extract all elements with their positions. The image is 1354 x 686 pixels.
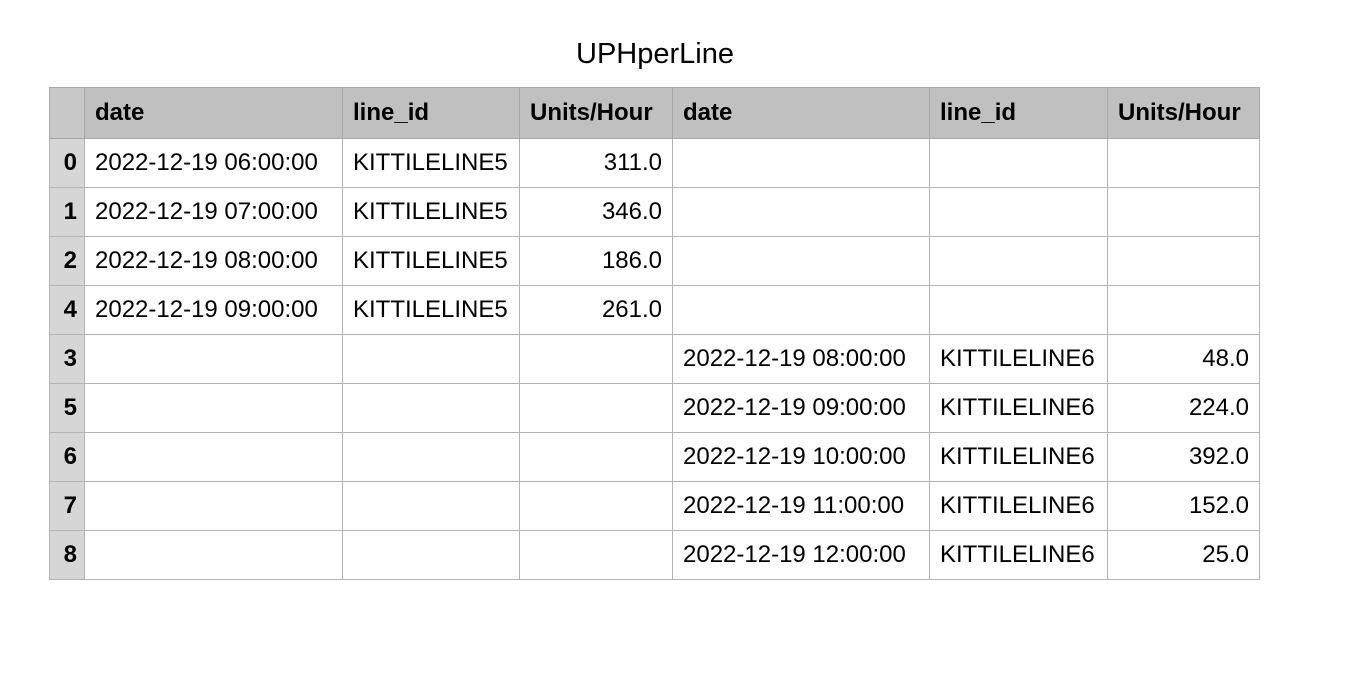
cell-date [672,236,930,286]
row-index: 4 [49,285,85,335]
table-row: 5 2022-12-19 09:00:00 KITTILELINE6 224.0 [49,383,1260,433]
cell-units-per-hour [519,481,673,531]
cell-units-per-hour [519,383,673,433]
column-header-line-id: line_id [342,87,520,139]
cell-units-per-hour [1107,285,1260,335]
cell-date: 2022-12-19 12:00:00 [672,530,930,580]
table-row: 2 2022-12-19 08:00:00 KITTILELINE5 186.0 [49,236,1260,286]
cell-units-per-hour: 224.0 [1107,383,1260,433]
cell-line-id [342,530,520,580]
cell-line-id [929,236,1108,286]
cell-date: 2022-12-19 08:00:00 [672,334,930,384]
column-header-date: date [672,87,930,139]
index-header [49,87,85,139]
cell-line-id: KITTILELINE6 [929,334,1108,384]
cell-date: 2022-12-19 09:00:00 [672,383,930,433]
table-row: 7 2022-12-19 11:00:00 KITTILELINE6 152.0 [49,481,1260,531]
cell-date: 2022-12-19 09:00:00 [84,285,343,335]
cell-line-id [929,187,1108,237]
table-row: 8 2022-12-19 12:00:00 KITTILELINE6 25.0 [49,530,1260,580]
table-row: 1 2022-12-19 07:00:00 KITTILELINE5 346.0 [49,187,1260,237]
cell-line-id: KITTILELINE5 [342,285,520,335]
cell-date [84,383,343,433]
cell-date: 2022-12-19 08:00:00 [84,236,343,286]
cell-line-id: KITTILELINE5 [342,236,520,286]
table-row: 0 2022-12-19 06:00:00 KITTILELINE5 311.0 [49,138,1260,188]
cell-date: 2022-12-19 06:00:00 [84,138,343,188]
cell-units-per-hour: 25.0 [1107,530,1260,580]
table-title: UPHperLine [576,38,734,70]
cell-units-per-hour [1107,138,1260,188]
cell-date [84,334,343,384]
cell-units-per-hour [519,530,673,580]
column-header-date: date [84,87,343,139]
cell-units-per-hour: 186.0 [519,236,673,286]
row-index: 7 [49,481,85,531]
cell-units-per-hour [519,432,673,482]
cell-line-id: KITTILELINE5 [342,187,520,237]
cell-date: 2022-12-19 11:00:00 [672,481,930,531]
data-table: date line_id Units/Hour date line_id Uni… [49,87,1260,580]
cell-line-id: KITTILELINE6 [929,432,1108,482]
cell-date: 2022-12-19 07:00:00 [84,187,343,237]
cell-date: 2022-12-19 10:00:00 [672,432,930,482]
cell-units-per-hour: 346.0 [519,187,673,237]
row-index: 8 [49,530,85,580]
table-row: 4 2022-12-19 09:00:00 KITTILELINE5 261.0 [49,285,1260,335]
cell-units-per-hour: 392.0 [1107,432,1260,482]
cell-date [84,530,343,580]
cell-date [672,187,930,237]
cell-line-id [342,334,520,384]
cell-units-per-hour: 261.0 [519,285,673,335]
row-index: 2 [49,236,85,286]
cell-line-id [929,285,1108,335]
row-index: 3 [49,334,85,384]
cell-line-id: KITTILELINE6 [929,481,1108,531]
cell-date [84,432,343,482]
row-index: 0 [49,138,85,188]
cell-line-id [342,432,520,482]
cell-date [84,481,343,531]
cell-line-id: KITTILELINE5 [342,138,520,188]
cell-units-per-hour: 152.0 [1107,481,1260,531]
cell-line-id [342,383,520,433]
table-body: 0 2022-12-19 06:00:00 KITTILELINE5 311.0 1 20… [49,138,1260,580]
cell-date [672,138,930,188]
row-index: 5 [49,383,85,433]
cell-date [672,285,930,335]
cell-units-per-hour: 48.0 [1107,334,1260,384]
cell-line-id [342,481,520,531]
cell-units-per-hour [1107,187,1260,237]
column-header-line-id: line_id [929,87,1108,139]
column-header-units-per-hour: Units/Hour [1107,87,1260,139]
table-row: 6 2022-12-19 10:00:00 KITTILELINE6 392.0 [49,432,1260,482]
table-row: 3 2022-12-19 08:00:00 KITTILELINE6 48.0 [49,334,1260,384]
cell-units-per-hour [1107,236,1260,286]
header-row: date line_id Units/Hour date line_id Uni… [49,87,1260,139]
row-index: 6 [49,432,85,482]
cell-units-per-hour [519,334,673,384]
row-index: 1 [49,187,85,237]
column-header-units-per-hour: Units/Hour [519,87,673,139]
cell-line-id [929,138,1108,188]
cell-line-id: KITTILELINE6 [929,530,1108,580]
cell-line-id: KITTILELINE6 [929,383,1108,433]
cell-units-per-hour: 311.0 [519,138,673,188]
